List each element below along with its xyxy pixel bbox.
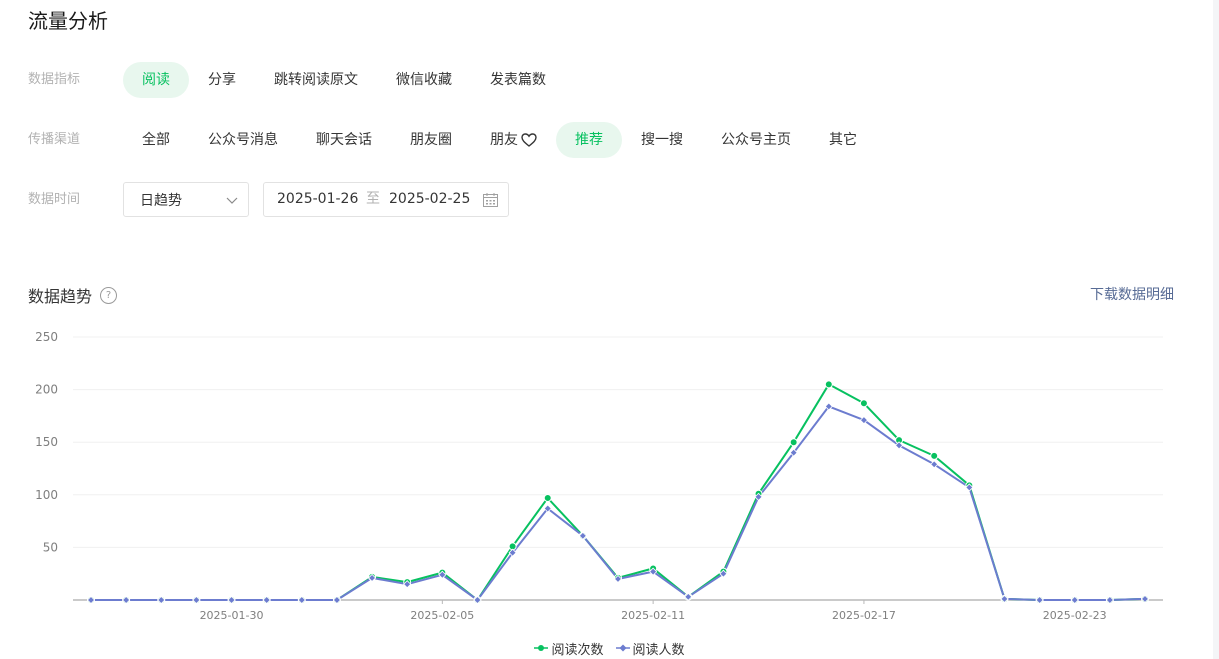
channel-option-label: 朋友 [490, 132, 518, 148]
channel-option-3[interactable]: 朋友圈 [391, 122, 471, 158]
y-tick-label: 250 [35, 330, 58, 344]
metric-option-2[interactable]: 跳转阅读原文 [255, 62, 377, 98]
x-tick-label: 2025-02-11 [621, 609, 685, 622]
y-tick-label: 100 [35, 488, 58, 502]
x-tick-label: 2025-01-30 [200, 609, 264, 622]
series-point [930, 451, 939, 460]
channel-option-label: 其它 [829, 132, 857, 148]
granularity-select[interactable]: 日趋势 [123, 182, 249, 217]
channel-option-1[interactable]: 公众号消息 [189, 122, 297, 158]
legend-marker-icon [615, 644, 630, 652]
channel-option-label: 推荐 [575, 132, 603, 148]
series-point [543, 493, 552, 502]
trend-title: 数据趋势 [28, 287, 93, 306]
channel-option-label: 全部 [142, 132, 170, 148]
time-filter-row: 数据时间 日趋势 2025-01-26 至 2025-02-25 [28, 182, 628, 218]
series-point [824, 380, 833, 389]
legend-label: 阅读人数 [632, 642, 685, 658]
channel-option-label: 搜一搜 [641, 132, 683, 148]
channel-option-label: 聊天会话 [316, 132, 372, 148]
legend-label: 阅读次数 [551, 642, 604, 658]
channel-options: 全部 公众号消息 聊天会话 朋友圈 朋友 推荐 搜一搜 公众号主页 其它 [123, 122, 876, 158]
y-tick-label: 150 [35, 435, 58, 449]
y-tick-label: 200 [35, 383, 58, 397]
channel-option-8[interactable]: 其它 [810, 122, 876, 158]
metric-options: 阅读 分享 跳转阅读原文 微信收藏 发表篇数 [123, 62, 565, 98]
y-tick-label: 50 [43, 540, 58, 554]
channel-option-5[interactable]: 推荐 [556, 122, 622, 158]
channel-label: 传播渠道 [28, 132, 81, 147]
end-date[interactable]: 2025-02-25 [389, 183, 470, 216]
help-icon[interactable]: ? [100, 286, 118, 304]
metric-option-label: 分享 [208, 72, 236, 88]
series-point [789, 438, 798, 447]
metric-label: 数据指标 [28, 72, 81, 87]
channel-option-2[interactable]: 聊天会话 [297, 122, 391, 158]
metric-option-label: 发表篇数 [490, 72, 546, 88]
series-point [859, 399, 868, 408]
metric-option-label: 微信收藏 [396, 72, 452, 88]
download-detail-link[interactable]: 下载数据明细 [1090, 284, 1174, 304]
legend-marker-icon [534, 645, 549, 651]
metric-option-label: 跳转阅读原文 [274, 72, 358, 88]
page-title: 流量分析 [28, 9, 108, 33]
calendar-icon[interactable] [483, 193, 498, 207]
x-tick-label: 2025-02-05 [410, 609, 474, 622]
heart-icon [521, 133, 537, 147]
channel-option-label: 朋友圈 [410, 132, 452, 148]
metric-option-label: 阅读 [142, 72, 170, 88]
legend-item-1[interactable]: 阅读人数 [615, 639, 685, 658]
channel-option-4[interactable]: 朋友 [471, 122, 556, 158]
legend-item-0[interactable]: 阅读次数 [534, 639, 604, 658]
metric-option-0[interactable]: 阅读 [123, 62, 189, 98]
channel-option-label: 公众号主页 [721, 132, 791, 148]
date-separator: 至 [366, 191, 380, 207]
channel-option-6[interactable]: 搜一搜 [622, 122, 702, 158]
channel-option-label: 公众号消息 [208, 132, 278, 148]
x-tick-label: 2025-02-17 [832, 609, 896, 622]
start-date[interactable]: 2025-01-26 [277, 183, 358, 216]
time-label: 数据时间 [28, 192, 81, 207]
series-line-1 [91, 405, 1146, 601]
chart-legend: 阅读次数 阅读人数 [0, 638, 1219, 658]
metric-option-1[interactable]: 分享 [189, 62, 255, 98]
metric-option-3[interactable]: 微信收藏 [377, 62, 471, 98]
chevron-down-icon [226, 197, 238, 204]
trend-section-title: 数据趋势 ? [28, 283, 118, 307]
series-line-0 [91, 383, 1146, 601]
granularity-value: 日趋势 [140, 192, 182, 209]
date-range-picker[interactable]: 2025-01-26 至 2025-02-25 [263, 182, 509, 217]
x-tick-label: 2025-02-23 [1043, 609, 1107, 622]
metric-option-4[interactable]: 发表篇数 [471, 62, 565, 98]
trend-chart: 50 100 150 200 250 2025-01-30 2025-02-05 2025-0… [35, 330, 1163, 622]
channel-option-7[interactable]: 公众号主页 [702, 122, 810, 158]
channel-option-0[interactable]: 全部 [123, 122, 189, 158]
